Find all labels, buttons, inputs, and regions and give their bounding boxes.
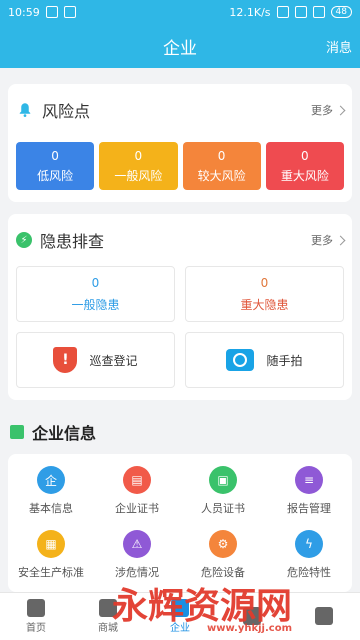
- risk-label: 重大风险: [280, 168, 329, 183]
- company-info-card: 企 基本信息 ▤ 企业证书 ▣ 人员证书 ≡ 报告管理 ▦ 安全生产标准 ⚠ 涉…: [8, 454, 352, 592]
- bell-icon: [19, 103, 31, 117]
- building-icon: [10, 425, 24, 439]
- camera-icon: [226, 349, 255, 371]
- download-icon: [63, 6, 76, 18]
- book-icon: ▤: [123, 466, 151, 494]
- network-speed: 12.1K/s: [229, 5, 271, 19]
- risk-label: 较大风险: [197, 168, 246, 183]
- shield-exclamation-icon: !: [53, 347, 78, 373]
- app-header: 企业 消息: [0, 24, 360, 68]
- wifi-icon: [312, 6, 325, 18]
- major-hazard-box[interactable]: 0 重大隐患: [185, 266, 344, 322]
- major-hazard-label: 重大隐患: [240, 297, 289, 312]
- watermark-text: 永辉资源网: [112, 586, 293, 627]
- nav-label: 首页: [26, 623, 46, 634]
- patrol-register-button[interactable]: ! 巡查登记: [16, 332, 175, 388]
- item-label: 危险特性: [287, 566, 331, 579]
- risk-tile-general[interactable]: 0 一般风险: [99, 142, 178, 190]
- patrol-label: 巡查登记: [89, 353, 138, 368]
- risk-tiles: 0 低风险 0 一般风险 0 较大风险 0 重大风险: [16, 142, 344, 190]
- chevron-right-icon: [335, 235, 346, 245]
- risk-tile-larger[interactable]: 0 较大风险: [182, 142, 261, 190]
- risk-tile-major[interactable]: 0 重大风险: [265, 142, 344, 190]
- nav-item-5[interactable]: [288, 593, 360, 640]
- risk-value: 0: [134, 148, 143, 163]
- snapshot-label: 随手拍: [266, 353, 303, 368]
- watermark-url: www.yhkjj.com: [206, 623, 293, 634]
- hazard-situation-item[interactable]: ⚠ 涉危情况: [94, 530, 180, 580]
- risk-value: 0: [51, 148, 59, 163]
- status-bar: 10:59 12.1K/s 48: [0, 0, 360, 24]
- company-section-title: 企业信息: [8, 412, 352, 454]
- hazard-title: 隐患排查: [40, 232, 105, 251]
- person-cert-icon: ▣: [209, 466, 237, 494]
- hazard-card: ⚡ 隐患排查 更多 0 一般隐患 0 重大隐患 ! 巡查登记 随手拍: [8, 214, 352, 400]
- page-title: 企业: [163, 38, 197, 59]
- risk-card: 风险点 更多 0 低风险 0 一般风险 0 较大风险 0 重大风险: [8, 84, 352, 202]
- item-label: 基本信息: [29, 502, 73, 515]
- risk-title: 风险点: [42, 102, 91, 121]
- snapshot-button[interactable]: 随手拍: [185, 332, 344, 388]
- risk-label: 低风险: [37, 168, 74, 183]
- company-cert-item[interactable]: ▤ 企业证书: [94, 466, 180, 516]
- general-hazard-box[interactable]: 0 一般隐患: [16, 266, 175, 322]
- person-cert-item[interactable]: ▣ 人员证书: [180, 466, 266, 516]
- risk-value: 0: [217, 148, 226, 163]
- profile-icon: [315, 606, 333, 625]
- home-icon: [27, 599, 45, 617]
- lightning-icon: ⚡: [16, 232, 32, 248]
- hazard-property-item[interactable]: ϟ 危险特性: [266, 530, 352, 580]
- more-label: 更多: [311, 234, 333, 247]
- risk-value: 0: [301, 148, 309, 163]
- risk-more-link[interactable]: 更多: [311, 102, 346, 118]
- basic-info-item[interactable]: 企 基本信息: [8, 466, 94, 516]
- risk-tile-low[interactable]: 0 低风险: [16, 142, 95, 190]
- main-content: 风险点 更多 0 低风险 0 一般风险 0 较大风险 0 重大风险 ⚡ 隐患排查…: [0, 68, 360, 592]
- warning-icon: ⚠: [123, 530, 151, 558]
- hazard-more-link[interactable]: 更多: [311, 232, 346, 248]
- item-label: 报告管理: [287, 502, 331, 515]
- report-icon: ≡: [295, 466, 323, 494]
- more-label: 更多: [311, 104, 333, 117]
- mute-icon: [276, 6, 289, 18]
- battery-indicator: 48: [330, 6, 352, 18]
- safety-standard-item[interactable]: ▦ 安全生产标准: [8, 530, 94, 580]
- company-title: 企业信息: [32, 424, 97, 443]
- risk-label: 一般风险: [114, 168, 163, 183]
- item-label: 安全生产标准: [18, 566, 84, 579]
- lightning-icon: ϟ: [295, 530, 323, 558]
- report-management-item[interactable]: ≡ 报告管理: [266, 466, 352, 516]
- general-hazard-label: 一般隐患: [71, 297, 120, 312]
- item-label: 人员证书: [201, 502, 245, 515]
- app-icon: [45, 6, 58, 18]
- basic-info-icon: 企: [37, 466, 65, 494]
- chevron-right-icon: [335, 105, 346, 115]
- standard-icon: ▦: [37, 530, 65, 558]
- major-hazard-value: 0: [260, 275, 269, 290]
- clock: 10:59: [8, 5, 40, 19]
- device-icon: ⚙: [209, 530, 237, 558]
- general-hazard-value: 0: [91, 275, 100, 290]
- nav-home[interactable]: 首页: [0, 593, 72, 640]
- message-button[interactable]: 消息: [326, 37, 352, 56]
- item-label: 企业证书: [115, 502, 159, 515]
- watermark: 永辉资源网 www.yhkjj.com: [112, 577, 292, 634]
- alarm-icon: [294, 6, 307, 18]
- dangerous-device-item[interactable]: ⚙ 危险设备: [180, 530, 266, 580]
